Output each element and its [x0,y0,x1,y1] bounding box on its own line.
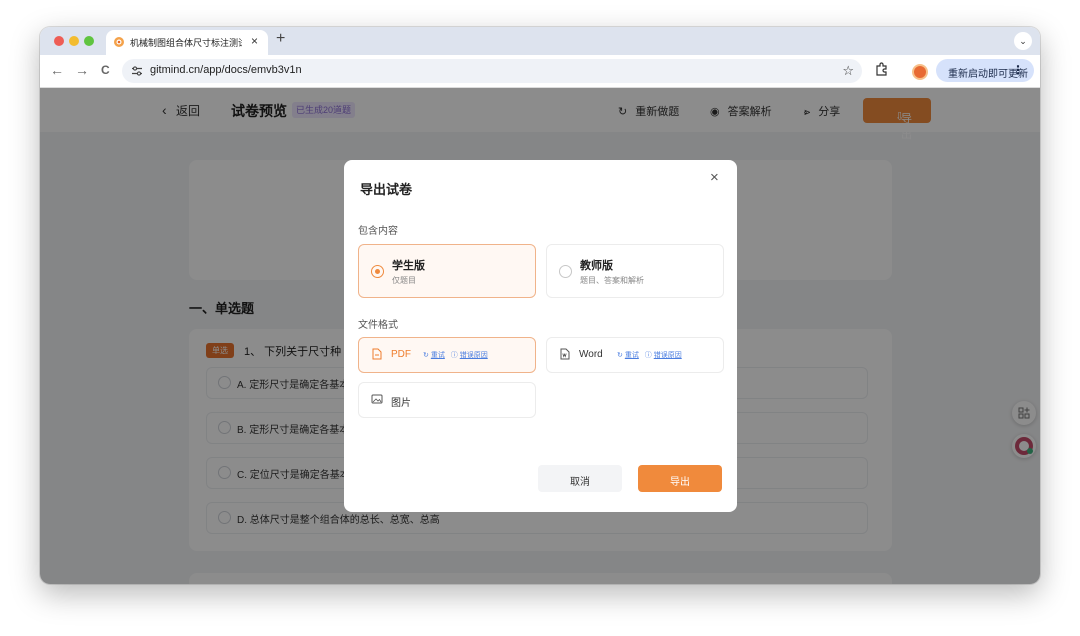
forward-nav-button[interactable]: → [75,62,89,78]
extensions-puzzle-icon[interactable] [874,61,890,77]
retry-link[interactable]: 重试 [431,352,445,359]
tab-close-icon[interactable]: × [251,34,258,48]
teacher-version-radio[interactable] [559,265,572,278]
export-dialog: 导出试卷 × 包含内容 学生版 仅题目 教师版 题目、答案和解析 文件格式 PD… [344,160,737,512]
format-name: 图片 [391,398,411,409]
image-format-option[interactable]: 图片 [358,382,536,418]
reload-button[interactable]: C [101,63,110,77]
retry-group: ↻ 重试 ⓘ 错误原因 [617,350,682,360]
export-label: 导出 [670,477,690,488]
pdf-file-icon [372,348,382,360]
close-window-button[interactable] [54,36,64,46]
image-icon [371,394,383,404]
gitmind-favicon-icon [114,37,124,47]
teacher-version-option[interactable]: 教师版 题目、答案和解析 [546,244,724,298]
student-version-radio[interactable] [371,265,384,278]
more-menu-icon[interactable]: ⋮ [1012,63,1024,77]
version-name: 学生版 [392,260,425,272]
info-icon: ⓘ [644,352,652,359]
version-desc: 仅题目 [392,276,416,285]
version-name: 教师版 [580,260,613,272]
browser-window: 机械制图组合体尺寸标注测试 - × + ⌄ ← → C gitmind.cn/a… [40,27,1040,584]
new-tab-button[interactable]: + [276,30,285,48]
format-name: Word [579,349,603,360]
dialog-title: 导出试卷 [360,182,413,197]
profile-avatar[interactable] [912,64,928,80]
word-format-option[interactable]: Word ↻ 重试 ⓘ 错误原因 [546,337,724,373]
maximize-window-button[interactable] [84,36,94,46]
cancel-label: 取消 [570,477,590,488]
version-desc: 题目、答案和解析 [580,276,644,285]
content-section-label: 包含内容 [358,226,398,237]
format-section-label: 文件格式 [358,320,398,331]
bookmark-star-icon[interactable]: ☆ [842,63,854,79]
info-icon: ⓘ [450,352,458,359]
minimize-window-button[interactable] [69,36,79,46]
format-name: PDF [391,349,411,360]
address-bar[interactable]: gitmind.cn/app/docs/emvb3v1n ☆ [122,59,862,83]
student-version-option[interactable]: 学生版 仅题目 [358,244,536,298]
browser-tab[interactable]: 机械制图组合体尺寸标注测试 - × [106,30,268,55]
retry-icon: ↻ [617,352,623,359]
tab-search-button[interactable]: ⌄ [1014,32,1032,50]
retry-group: ↻ 重试 ⓘ 错误原因 [423,350,488,360]
cancel-button[interactable]: 取消 [538,465,622,492]
url-text: gitmind.cn/app/docs/emvb3v1n [150,64,302,76]
relaunch-update-button[interactable]: 重新启动即可更新 ⋮ [936,59,1034,82]
export-button[interactable]: 导出 [638,465,722,492]
word-file-icon [560,348,570,360]
back-nav-button[interactable]: ← [50,62,64,78]
retry-icon: ↻ [423,352,429,359]
browser-toolbar: ← → C gitmind.cn/app/docs/emvb3v1n ☆ 重新启… [40,55,1040,88]
close-icon[interactable]: × [710,169,719,186]
site-settings-icon[interactable] [130,64,144,78]
retry-link[interactable]: 重试 [625,352,639,359]
tab-strip: 机械制图组合体尺寸标注测试 - × + ⌄ [40,27,1040,55]
page-content: ‹ 返回 试卷预览 已生成20道题 ↻ 重新做题 ◉ 答案解析 ⩺ 分享 ⇩ 导… [40,88,1040,584]
pdf-format-option[interactable]: PDF ↻ 重试 ⓘ 错误原因 [358,337,536,373]
error-reason-link[interactable]: 错误原因 [460,352,488,359]
error-reason-link[interactable]: 错误原因 [654,352,682,359]
tab-title: 机械制图组合体尺寸标注测试 - [130,38,242,48]
